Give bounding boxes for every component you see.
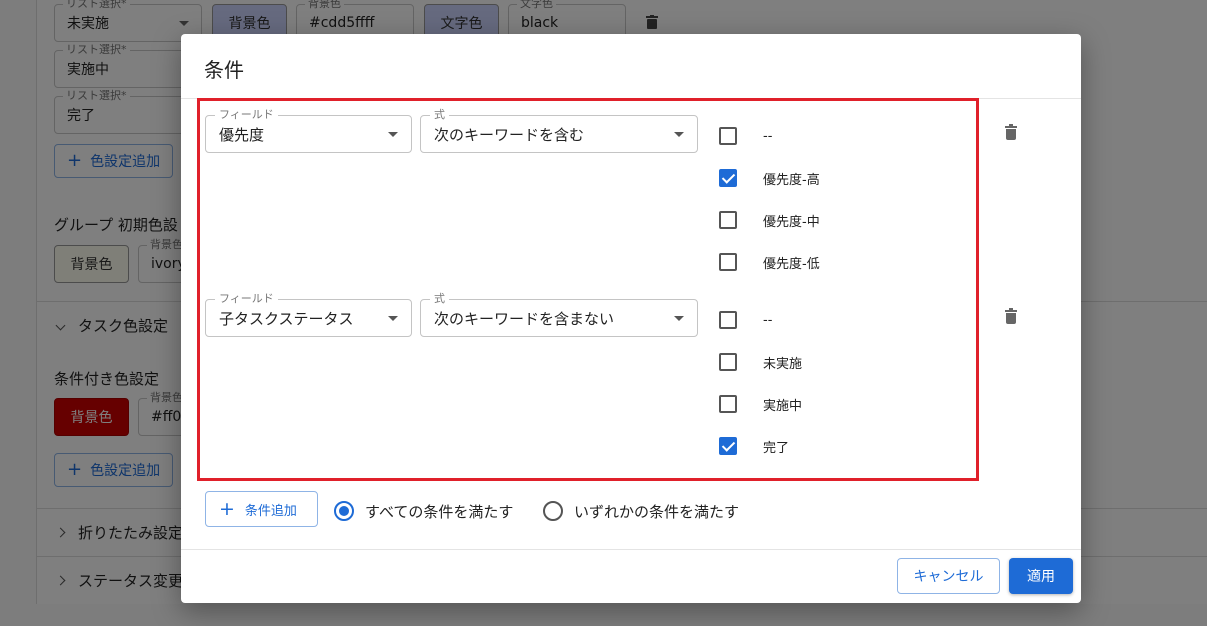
checkbox-checked[interactable] [719,169,737,187]
checkbox[interactable] [719,395,737,413]
condition-dialog: 条件 フィールド 優先度 式 次のキーワードを含む -- 優先度-高 優先度-中… [181,34,1081,603]
match-all-radio[interactable]: すべての条件を満たす [334,500,513,522]
option-label: 優先度-低 [763,256,820,272]
option-checkbox[interactable]: 未実施 [719,350,802,374]
expression-select-value: 次のキーワードを含まない [434,309,615,328]
divider [181,549,1081,550]
radio-unselected[interactable] [543,501,563,521]
expression-select[interactable]: 式 次のキーワードを含まない [420,292,698,337]
field-select[interactable]: フィールド 優先度 [205,108,412,153]
chevron-down-icon [674,316,684,321]
chevron-down-icon [388,132,398,137]
chevron-down-icon [388,316,398,321]
chevron-down-icon [674,132,684,137]
add-condition-label: 条件追加 [244,503,297,519]
option-checkbox[interactable]: 完了 [719,434,789,458]
field-select-label: フィールド [215,292,278,306]
expression-select-label: 式 [430,108,449,122]
checkbox[interactable] [719,353,737,371]
add-condition-button[interactable]: + 条件追加 [205,491,318,527]
option-label: 優先度-高 [763,172,820,188]
plus-icon: + [219,497,235,520]
field-select-label: フィールド [215,108,278,122]
option-label: -- [763,312,773,328]
option-checkbox[interactable]: 実施中 [719,392,802,416]
option-label: 未実施 [763,356,803,372]
trash-icon[interactable] [1005,308,1017,325]
option-checkbox[interactable]: -- [719,124,772,148]
option-checkbox[interactable]: 優先度-低 [719,250,820,274]
match-any-radio[interactable]: いずれかの条件を満たす [543,500,739,522]
checkbox[interactable] [719,127,737,145]
option-label: 実施中 [763,398,803,414]
option-checkbox[interactable]: 優先度-中 [719,208,820,232]
checkbox[interactable] [719,211,737,229]
cancel-button[interactable]: キャンセル [897,558,1000,594]
radio-selected[interactable] [334,501,354,521]
option-checkbox[interactable]: -- [719,308,772,332]
match-any-label: いずれかの条件を満たす [574,502,740,521]
expression-select-label: 式 [430,292,449,306]
match-all-label: すべての条件を満たす [365,502,514,521]
apply-button[interactable]: 適用 [1009,558,1073,594]
dialog-title: 条件 [204,58,244,82]
expression-select-value: 次のキーワードを含む [434,125,585,144]
trash-icon[interactable] [1005,124,1017,141]
checkbox[interactable] [719,311,737,329]
checkbox[interactable] [719,253,737,271]
field-select-value: 優先度 [219,125,265,144]
option-label: 優先度-中 [763,214,820,230]
checkbox-checked[interactable] [719,437,737,455]
option-checkbox[interactable]: 優先度-高 [719,166,820,190]
option-label: 完了 [763,440,790,456]
highlight-box [197,98,979,481]
option-label: -- [763,128,773,144]
expression-select[interactable]: 式 次のキーワードを含む [420,108,698,153]
field-select[interactable]: フィールド 子タスクステータス [205,292,412,337]
field-select-value: 子タスクステータス [219,309,354,328]
